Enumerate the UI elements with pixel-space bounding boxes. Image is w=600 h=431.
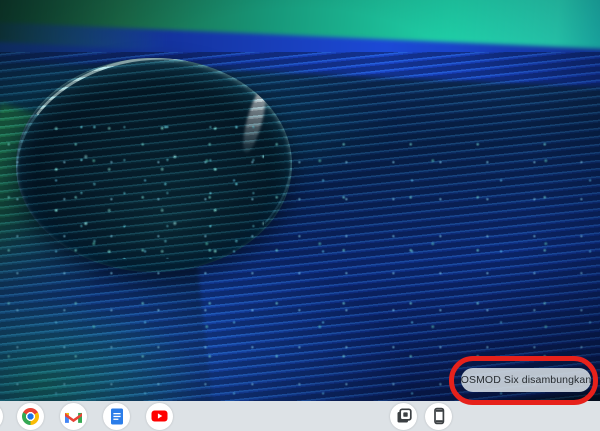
toast-notification: OSMOD Six disambungkan: [461, 368, 591, 392]
youtube-icon: [151, 410, 168, 422]
phone-hub-button[interactable]: [425, 403, 452, 430]
screen-capture-button[interactable]: [390, 403, 417, 430]
shelf-app-chrome[interactable]: [17, 403, 44, 430]
shelf-app-youtube[interactable]: [146, 403, 173, 430]
gmail-icon: [65, 410, 82, 423]
phone-icon: [430, 407, 448, 425]
screen-capture-icon: [395, 407, 413, 425]
shelf-app-docs[interactable]: [103, 403, 130, 430]
toast-message: OSMOD Six disambungkan: [461, 374, 592, 386]
chromeos-desktop: OSMOD Six disambungkan: [0, 0, 600, 431]
docs-icon: [110, 408, 124, 425]
launcher-button[interactable]: [0, 403, 3, 430]
shelf-app-gmail[interactable]: [60, 403, 87, 430]
shelf: 16 Dis 16:00 JA: [0, 401, 600, 431]
wallpaper-vignette: [0, 0, 600, 401]
chrome-icon: [22, 408, 39, 425]
desktop-wallpaper: [0, 0, 600, 401]
